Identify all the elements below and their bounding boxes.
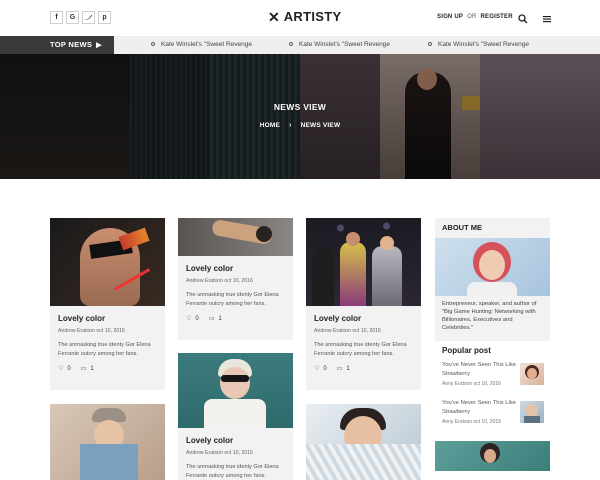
comments-stat[interactable]: ▭ 1: [80, 365, 94, 373]
hero-overlay: [0, 54, 600, 179]
popular-post-title[interactable]: You've Never Seen This Like Strawberry: [442, 361, 520, 379]
post-excerpt: The unmasking true identy Gor Elena Ferr…: [186, 292, 279, 307]
popular-post-heading: Popular post: [442, 346, 491, 355]
post-card[interactable]: Lovely color Andrew Eratson oct 10, 2016…: [306, 218, 421, 390]
post-title[interactable]: Lovely color: [314, 314, 413, 323]
page-title: NEWS VIEW: [273, 102, 327, 112]
site-logo[interactable]: ✕ ARTISTY: [268, 9, 342, 25]
post-card[interactable]: Lovely color Andrew Eratson oct 10, 2016…: [50, 218, 165, 390]
about-me-text: Entrepreneur, speaker, and author of "Bi…: [435, 296, 550, 341]
search-icon[interactable]: [517, 12, 529, 24]
post-excerpt: The unmasking true identy Gor Elena Ferr…: [186, 464, 279, 479]
likes-stat[interactable]: ♡ 0: [58, 365, 71, 373]
twitter-icon[interactable]: [82, 11, 95, 24]
sign-up-link[interactable]: SIGN UP: [437, 14, 463, 20]
breadcrumb: HOME › NEWS VIEW: [0, 122, 600, 129]
post-stats: ♡ 0 ▭ 1: [50, 359, 165, 373]
post-title[interactable]: Lovely color: [186, 264, 285, 273]
sidebar: ABOUT ME Entrepreneur, speaker, and auth…: [435, 218, 550, 471]
popular-post-item[interactable]: You've Never Seen This Like Strawberry A…: [435, 399, 550, 437]
top-news-bar: TOP NEWS ▶ Kate Winslet's "Sweet Revenge …: [0, 36, 600, 54]
logo-mark-icon: ✕: [268, 9, 280, 25]
popular-post-item[interactable]: You've Never Seen This Like Strawberry A…: [435, 361, 550, 399]
comments-stat[interactable]: ▭ 1: [208, 315, 222, 323]
post-image[interactable]: [178, 218, 293, 256]
comment-icon: ▭: [208, 316, 215, 322]
likes-stat[interactable]: ♡ 0: [314, 365, 327, 373]
post-image[interactable]: [306, 218, 421, 306]
post-card[interactable]: [306, 404, 421, 480]
top-news-label: TOP NEWS ▶: [0, 36, 114, 54]
post-excerpt: The unmasking true identy Gor Elena Ferr…: [58, 342, 151, 357]
post-excerpt: The unmasking true identy Gor Elena Ferr…: [314, 342, 407, 357]
bullet-icon: [428, 42, 432, 47]
likes-stat[interactable]: ♡ 0: [186, 315, 199, 323]
comment-icon: ▭: [80, 366, 87, 372]
pinterest-icon[interactable]: p: [98, 11, 111, 24]
post-stats: ♡ 0 ▭ 1: [306, 359, 421, 373]
post-card[interactable]: Lovely color Andrew Eratson oct 10, 2016…: [178, 353, 293, 480]
about-me-heading: ABOUT ME: [435, 218, 550, 238]
breadcrumb-current: NEWS VIEW: [300, 122, 341, 129]
post-image[interactable]: [50, 218, 165, 306]
likes-count: 0: [195, 315, 199, 322]
post-title[interactable]: Lovely color: [186, 436, 285, 445]
comments-count: 1: [90, 365, 94, 372]
top-news-item[interactable]: Kate Winslet's "Sweet Revenge: [151, 36, 252, 54]
post-image[interactable]: [306, 404, 421, 480]
sidebar-promo-image[interactable]: [435, 441, 550, 471]
popular-post-title[interactable]: You've Never Seen This Like Strawberry: [442, 399, 520, 417]
chevron-right-icon: ›: [289, 122, 292, 129]
top-news-item[interactable]: Kate Winslet's "Sweet Revenge: [289, 36, 390, 54]
hero-banner: NEWS VIEW HOME › NEWS VIEW: [0, 54, 600, 179]
post-image[interactable]: [178, 353, 293, 428]
menu-icon[interactable]: [541, 12, 553, 24]
auth-links: SIGN UP OR REGISTER: [437, 14, 513, 20]
comments-count: 1: [346, 365, 350, 372]
post-card[interactable]: Lovely color Andrew Eratson oct 10, 2016…: [178, 218, 293, 340]
post-meta: Andrew Eratson oct 10, 2016: [186, 278, 253, 284]
post-image[interactable]: [50, 404, 165, 480]
top-news-item-text: Kate Winslet's "Sweet Revenge: [438, 41, 529, 48]
bullet-icon: [151, 42, 155, 47]
social-links: f G p: [50, 11, 111, 24]
google-plus-icon[interactable]: G: [66, 11, 79, 24]
logo-text: ARTISTY: [283, 9, 342, 24]
comments-stat[interactable]: ▭ 1: [336, 365, 350, 373]
likes-count: 0: [323, 365, 327, 372]
register-link[interactable]: REGISTER: [480, 14, 512, 20]
top-news-item[interactable]: Kate Winslet's "Sweet Revenge: [428, 36, 529, 54]
likes-count: 0: [67, 365, 71, 372]
top-news-label-text: TOP NEWS: [50, 40, 93, 49]
popular-post-thumb[interactable]: [520, 363, 544, 385]
site-header: f G p ✕ ARTISTY SIGN UP OR REGISTER: [0, 0, 600, 36]
comment-icon: ▭: [336, 366, 343, 372]
chevron-right-icon: ▶: [96, 42, 102, 49]
about-me-image: [435, 238, 550, 296]
popular-post-thumb[interactable]: [520, 401, 544, 423]
comments-count: 1: [218, 315, 222, 322]
heart-icon: ♡: [314, 366, 320, 372]
post-meta: Andrew Eratson oct 10, 2016: [58, 328, 125, 334]
facebook-icon[interactable]: f: [50, 11, 63, 24]
post-meta: Andrew Eratson oct 10, 2016: [314, 328, 381, 334]
post-meta: Andrew Eratson oct 10, 2016: [186, 450, 253, 456]
post-title[interactable]: Lovely color: [58, 314, 157, 323]
top-news-item-text: Kate Winslet's "Sweet Revenge: [299, 41, 390, 48]
post-stats: ♡ 0 ▭ 1: [178, 309, 293, 323]
breadcrumb-home[interactable]: HOME: [260, 122, 280, 129]
auth-or-text: OR: [467, 14, 477, 20]
heart-icon: ♡: [186, 316, 192, 322]
top-news-item-text: Kate Winslet's "Sweet Revenge: [161, 41, 252, 48]
post-card[interactable]: [50, 404, 165, 480]
heart-icon: ♡: [58, 366, 64, 372]
bullet-icon: [289, 42, 293, 47]
